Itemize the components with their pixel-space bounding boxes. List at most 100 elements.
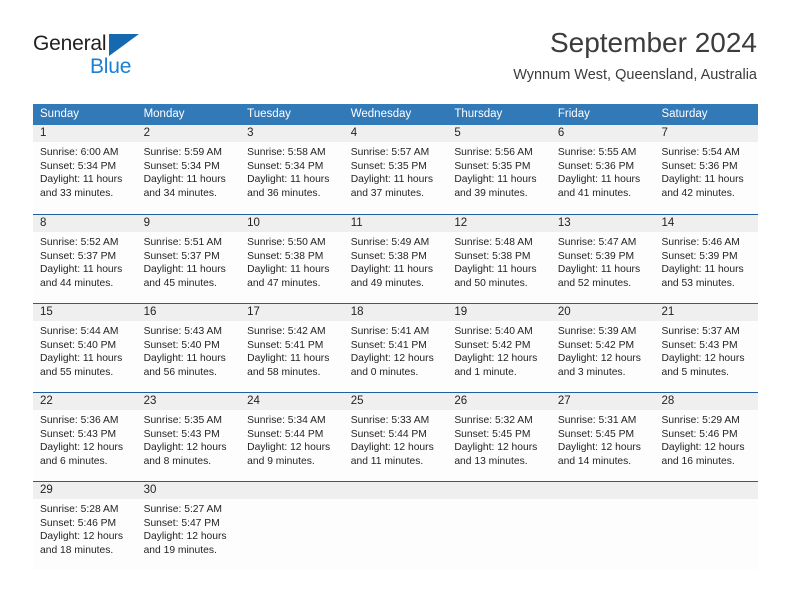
day-cell[interactable]: 24 Sunrise: 5:34 AM Sunset: 5:44 PM Dayl… [240, 393, 344, 481]
daylight-line: Daylight: 12 hours and 19 minutes. [143, 531, 227, 556]
daylight-line: Daylight: 12 hours and 13 minutes. [454, 442, 538, 467]
day-number: 4 [343, 125, 448, 142]
weekday-header-row: Sunday Monday Tuesday Wednesday Thursday… [33, 104, 758, 125]
daylight-line: Daylight: 12 hours and 16 minutes. [661, 442, 745, 467]
sunset-line: Sunset: 5:36 PM [557, 160, 635, 172]
sunrise-line: Sunrise: 5:56 AM [454, 147, 533, 158]
week-row: 22 Sunrise: 5:36 AM Sunset: 5:43 PM Dayl… [33, 392, 759, 481]
day-cell[interactable]: 1 Sunrise: 6:00 AM Sunset: 5:34 PM Dayli… [33, 125, 137, 214]
day-cell[interactable]: 14 Sunrise: 5:46 AM Sunset: 5:39 PM Dayl… [654, 215, 759, 303]
day-cell-empty [240, 482, 344, 570]
day-cell[interactable]: 17 Sunrise: 5:42 AM Sunset: 5:41 PM Dayl… [240, 304, 344, 392]
sunset-line: Sunset: 5:43 PM [143, 428, 220, 440]
sunrise-line: Sunrise: 5:58 AM [247, 147, 326, 158]
sunset-line: Sunset: 5:45 PM [454, 428, 531, 440]
day-number: 28 [654, 393, 759, 410]
day-number: 21 [654, 304, 759, 321]
sunrise-line: Sunrise: 5:36 AM [40, 415, 119, 426]
daylight-line: Daylight: 11 hours and 50 minutes. [454, 264, 537, 289]
sunrise-line: Sunrise: 5:28 AM [40, 504, 119, 515]
day-details: Sunrise: 5:59 AM Sunset: 5:34 PM Dayligh… [137, 142, 241, 200]
day-details: Sunrise: 5:34 AM Sunset: 5:44 PM Dayligh… [240, 410, 344, 468]
day-details: Sunrise: 5:50 AM Sunset: 5:38 PM Dayligh… [240, 232, 344, 290]
general-blue-logo: General Blue [33, 31, 163, 83]
weekday-header-friday: Friday [557, 108, 590, 120]
day-details: Sunrise: 5:41 AM Sunset: 5:41 PM Dayligh… [344, 321, 448, 379]
sunrise-line: Sunrise: 6:00 AM [40, 147, 119, 158]
daylight-line: Daylight: 12 hours and 18 minutes. [40, 531, 123, 556]
day-number: 24 [240, 393, 344, 410]
day-cell[interactable]: 28 Sunrise: 5:29 AM Sunset: 5:46 PM Dayl… [654, 393, 759, 481]
calendar-grid: Sunday Monday Tuesday Wednesday Thursday… [33, 104, 759, 570]
day-number: 13 [550, 215, 655, 232]
day-number: 22 [33, 393, 137, 410]
day-cell[interactable]: 7 Sunrise: 5:54 AM Sunset: 5:36 PM Dayli… [654, 125, 759, 214]
location-subtitle: Wynnum West, Queensland, Australia [513, 67, 757, 83]
day-cell[interactable]: 19 Sunrise: 5:40 AM Sunset: 5:42 PM Dayl… [447, 304, 551, 392]
day-cell[interactable]: 6 Sunrise: 5:55 AM Sunset: 5:36 PM Dayli… [550, 125, 655, 214]
sunrise-line: Sunrise: 5:31 AM [557, 415, 637, 426]
sunrise-line: Sunrise: 5:34 AM [247, 415, 326, 426]
daylight-line: Daylight: 12 hours and 14 minutes. [557, 442, 641, 467]
day-cell[interactable]: 11 Sunrise: 5:49 AM Sunset: 5:38 PM Dayl… [343, 215, 448, 303]
sunset-line: Sunset: 5:42 PM [454, 339, 531, 351]
day-cell[interactable]: 2 Sunrise: 5:59 AM Sunset: 5:34 PM Dayli… [136, 125, 241, 214]
sunset-line: Sunset: 5:41 PM [247, 339, 324, 351]
day-cell[interactable]: 22 Sunrise: 5:36 AM Sunset: 5:43 PM Dayl… [33, 393, 137, 481]
day-cell[interactable]: 21 Sunrise: 5:37 AM Sunset: 5:43 PM Dayl… [654, 304, 759, 392]
day-cell[interactable]: 3 Sunrise: 5:58 AM Sunset: 5:34 PM Dayli… [240, 125, 344, 214]
day-details: Sunrise: 5:51 AM Sunset: 5:37 PM Dayligh… [137, 232, 241, 290]
day-cell[interactable]: 15 Sunrise: 5:44 AM Sunset: 5:40 PM Dayl… [33, 304, 137, 392]
day-cell[interactable]: 30 Sunrise: 5:27 AM Sunset: 5:47 PM Dayl… [136, 482, 241, 570]
sunset-line: Sunset: 5:34 PM [143, 160, 220, 172]
day-cell[interactable]: 13 Sunrise: 5:47 AM Sunset: 5:39 PM Dayl… [550, 215, 655, 303]
day-details: Sunrise: 5:46 AM Sunset: 5:39 PM Dayligh… [654, 232, 758, 290]
day-number: 16 [136, 304, 241, 321]
day-number: 7 [654, 125, 759, 142]
week-row: 15 Sunrise: 5:44 AM Sunset: 5:40 PM Dayl… [33, 303, 759, 392]
day-cell[interactable]: 25 Sunrise: 5:33 AM Sunset: 5:44 PM Dayl… [343, 393, 448, 481]
day-details: Sunrise: 5:40 AM Sunset: 5:42 PM Dayligh… [447, 321, 551, 379]
day-cell[interactable]: 12 Sunrise: 5:48 AM Sunset: 5:38 PM Dayl… [447, 215, 551, 303]
day-cell[interactable]: 26 Sunrise: 5:32 AM Sunset: 5:45 PM Dayl… [447, 393, 551, 481]
day-cell[interactable]: 16 Sunrise: 5:43 AM Sunset: 5:40 PM Dayl… [136, 304, 241, 392]
sunrise-line: Sunrise: 5:55 AM [557, 147, 637, 158]
day-number [550, 482, 655, 499]
day-details: Sunrise: 5:47 AM Sunset: 5:39 PM Dayligh… [551, 232, 655, 290]
sunrise-line: Sunrise: 5:43 AM [143, 326, 222, 337]
day-cell[interactable]: 23 Sunrise: 5:35 AM Sunset: 5:43 PM Dayl… [136, 393, 241, 481]
day-cell[interactable]: 9 Sunrise: 5:51 AM Sunset: 5:37 PM Dayli… [136, 215, 241, 303]
sunset-line: Sunset: 5:34 PM [247, 160, 324, 172]
sunset-line: Sunset: 5:40 PM [143, 339, 220, 351]
sunrise-line: Sunrise: 5:32 AM [454, 415, 533, 426]
sunrise-line: Sunrise: 5:41 AM [350, 326, 430, 337]
day-number: 14 [654, 215, 759, 232]
weekday-header-saturday: Saturday [661, 108, 708, 120]
day-cell[interactable]: 27 Sunrise: 5:31 AM Sunset: 5:45 PM Dayl… [550, 393, 655, 481]
day-details: Sunrise: 5:28 AM Sunset: 5:46 PM Dayligh… [33, 499, 137, 557]
day-cell[interactable]: 29 Sunrise: 5:28 AM Sunset: 5:46 PM Dayl… [33, 482, 137, 570]
daylight-line: Daylight: 11 hours and 34 minutes. [143, 174, 226, 199]
weekday-header-thursday: Thursday [454, 108, 503, 120]
weekday-header-tuesday: Tuesday [247, 108, 291, 120]
day-cell[interactable]: 8 Sunrise: 5:52 AM Sunset: 5:37 PM Dayli… [33, 215, 137, 303]
day-cell[interactable]: 10 Sunrise: 5:50 AM Sunset: 5:38 PM Dayl… [240, 215, 344, 303]
day-number [343, 482, 448, 499]
sunset-line: Sunset: 5:37 PM [40, 250, 117, 262]
title-block: September 2024 Wynnum West, Queensland, … [513, 26, 757, 84]
day-cell[interactable]: 4 Sunrise: 5:57 AM Sunset: 5:35 PM Dayli… [343, 125, 448, 214]
daylight-line: Daylight: 12 hours and 5 minutes. [661, 353, 745, 378]
day-details: Sunrise: 5:52 AM Sunset: 5:37 PM Dayligh… [33, 232, 137, 290]
day-number: 29 [33, 482, 137, 499]
day-number: 5 [447, 125, 551, 142]
sunrise-line: Sunrise: 5:51 AM [143, 237, 222, 248]
day-cell[interactable]: 20 Sunrise: 5:39 AM Sunset: 5:42 PM Dayl… [550, 304, 655, 392]
day-cell[interactable]: 5 Sunrise: 5:56 AM Sunset: 5:35 PM Dayli… [447, 125, 551, 214]
sunrise-line: Sunrise: 5:54 AM [661, 147, 740, 158]
day-number: 12 [447, 215, 551, 232]
day-cell[interactable]: 18 Sunrise: 5:41 AM Sunset: 5:41 PM Dayl… [343, 304, 448, 392]
day-details: Sunrise: 5:35 AM Sunset: 5:43 PM Dayligh… [137, 410, 241, 468]
sunset-line: Sunset: 5:43 PM [661, 339, 738, 351]
day-details: Sunrise: 5:32 AM Sunset: 5:45 PM Dayligh… [447, 410, 551, 468]
day-details: Sunrise: 5:49 AM Sunset: 5:38 PM Dayligh… [344, 232, 448, 290]
